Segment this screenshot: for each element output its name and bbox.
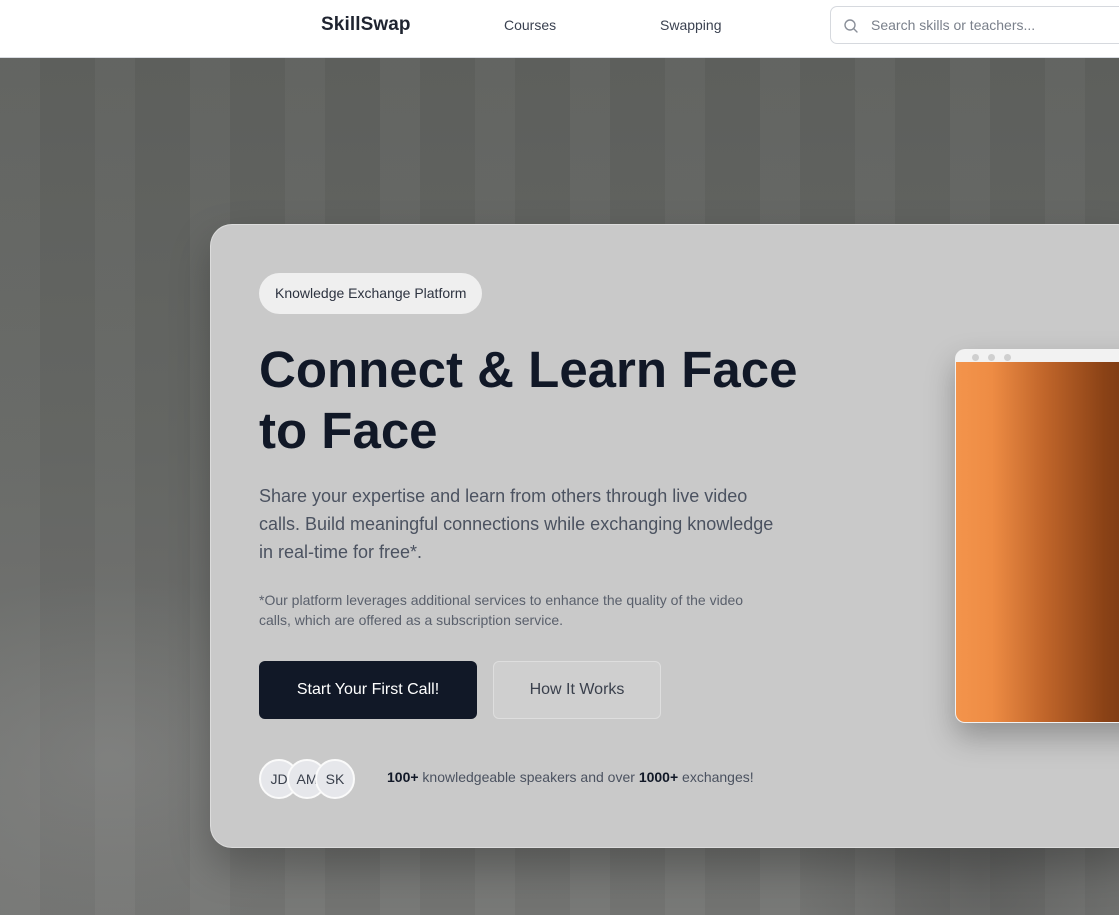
search-icon xyxy=(844,19,858,33)
search-input[interactable] xyxy=(871,16,1119,34)
window-control-dot xyxy=(972,354,979,361)
platform-badge: Knowledge Exchange Platform xyxy=(259,273,483,314)
video-call-preview xyxy=(955,349,1119,723)
avatar: SK xyxy=(315,759,355,799)
hero-description: Share your expertise and learn from othe… xyxy=(259,486,774,562)
window-control-dot xyxy=(988,354,995,361)
video-feed xyxy=(956,362,1119,722)
nav-link-swapping[interactable]: Swapping xyxy=(660,17,722,33)
community-stats: 100+ knowledgeable speakers and over 100… xyxy=(387,769,754,785)
speakers-count: 100+ xyxy=(387,769,419,785)
hero-card: Knowledge Exchange Platform Connect & Le… xyxy=(210,224,1119,848)
nav-link-courses[interactable]: Courses xyxy=(504,17,556,33)
how-it-works-button[interactable]: How It Works xyxy=(493,661,661,719)
exchanges-count: 1000+ xyxy=(638,769,679,785)
exchanges-text: exchanges! xyxy=(678,769,754,785)
hero-headline: Connect & Learn Face to Face xyxy=(259,341,798,459)
search-box[interactable] xyxy=(830,6,1119,44)
window-control-dot xyxy=(1004,354,1011,361)
speakers-text: knowledgeable speakers and over xyxy=(418,769,639,785)
top-navbar: SkillSwap Courses Swapping xyxy=(0,0,1119,58)
avatar-group: JD AM SK xyxy=(259,759,369,799)
brand-logo[interactable]: SkillSwap xyxy=(321,14,411,36)
start-first-call-button[interactable]: Start Your First Call! xyxy=(259,661,477,719)
pricing-footnote: *Our platform leverages additional servi… xyxy=(259,592,744,628)
